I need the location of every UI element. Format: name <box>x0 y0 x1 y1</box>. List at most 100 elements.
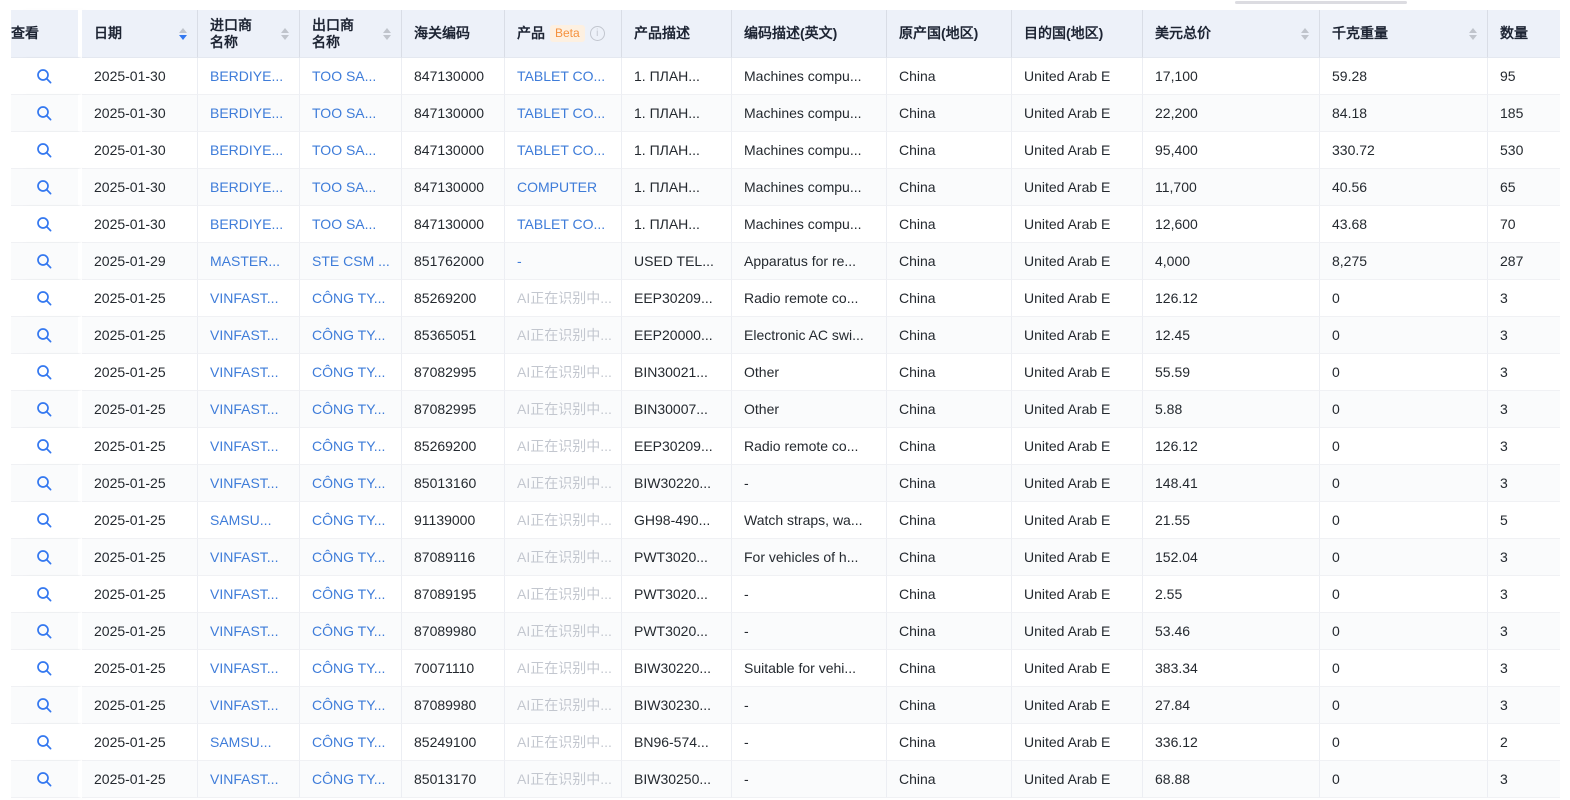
cell-origin: China <box>899 105 936 121</box>
cell-importer[interactable]: VINFAST... <box>210 401 278 417</box>
sort-control-exporter[interactable] <box>383 28 391 40</box>
sort-control-kg[interactable] <box>1469 28 1477 40</box>
cell-exporter[interactable]: CÔNG TY... <box>312 438 385 454</box>
cell-exporter[interactable]: CÔNG TY... <box>312 623 385 639</box>
view-detail-button[interactable] <box>32 211 58 237</box>
cell-product[interactable]: - <box>517 253 522 269</box>
view-detail-button[interactable] <box>32 581 58 607</box>
cell-origin: China <box>899 216 936 232</box>
view-detail-button[interactable] <box>32 766 58 792</box>
cell-usd: 152.04 <box>1143 539 1320 576</box>
column-header-kg[interactable]: 千克重量 <box>1320 10 1488 58</box>
view-detail-button[interactable] <box>32 618 58 644</box>
cell-code_desc: - <box>732 613 887 650</box>
cell-exporter[interactable]: CÔNG TY... <box>312 512 385 528</box>
cell-usd: 95,400 <box>1143 132 1320 169</box>
view-detail-button[interactable] <box>32 729 58 755</box>
cell-product[interactable]: TABLET CO... <box>517 105 605 121</box>
info-circle-icon[interactable]: i <box>590 26 605 41</box>
cell-importer[interactable]: VINFAST... <box>210 438 278 454</box>
cell-hs_code: 85269200 <box>414 290 476 306</box>
cell-importer[interactable]: VINFAST... <box>210 623 278 639</box>
view-detail-button[interactable] <box>32 470 58 496</box>
cell-qty: 3 <box>1488 280 1560 317</box>
column-header-hs_code: 海关编码 <box>402 10 505 58</box>
column-label-product_desc: 产品描述 <box>634 25 690 42</box>
cell-product[interactable]: TABLET CO... <box>517 216 605 232</box>
view-detail-button[interactable] <box>32 322 58 348</box>
trade-data-table: 查看日期进口商名称出口商名称海关编码产品Betai产品描述编码描述(英文)原产国… <box>11 10 1560 798</box>
cell-importer[interactable]: VINFAST... <box>210 697 278 713</box>
cell-importer: VINFAST... <box>198 613 300 650</box>
cell-exporter[interactable]: TOO SA... <box>312 142 376 158</box>
cell-exporter[interactable]: CÔNG TY... <box>312 734 385 750</box>
cell-exporter[interactable]: CÔNG TY... <box>312 364 385 380</box>
cell-importer[interactable]: SAMSU... <box>210 512 271 528</box>
cell-exporter[interactable]: CÔNG TY... <box>312 697 385 713</box>
cell-exporter[interactable]: CÔNG TY... <box>312 290 385 306</box>
cell-exporter[interactable]: TOO SA... <box>312 216 376 232</box>
view-detail-button[interactable] <box>32 248 58 274</box>
cell-importer[interactable]: VINFAST... <box>210 660 278 676</box>
cell-importer: VINFAST... <box>198 539 300 576</box>
column-header-date[interactable]: 日期 <box>82 10 198 58</box>
cell-exporter[interactable]: CÔNG TY... <box>312 401 385 417</box>
cell-importer[interactable]: VINFAST... <box>210 586 278 602</box>
view-detail-button[interactable] <box>32 137 58 163</box>
cell-exporter[interactable]: STE CSM ... <box>312 253 390 269</box>
view-detail-button[interactable] <box>32 507 58 533</box>
cell-exporter[interactable]: CÔNG TY... <box>312 586 385 602</box>
column-header-exporter[interactable]: 出口商名称 <box>300 10 402 58</box>
cell-importer[interactable]: BERDIYE... <box>210 179 283 195</box>
cell-importer[interactable]: BERDIYE... <box>210 105 283 121</box>
column-label-origin: 原产国(地区) <box>899 25 978 42</box>
cell-exporter[interactable]: CÔNG TY... <box>312 475 385 491</box>
cell-importer[interactable]: VINFAST... <box>210 290 278 306</box>
cell-exporter[interactable]: TOO SA... <box>312 105 376 121</box>
cell-code_desc: - <box>744 623 749 639</box>
cell-exporter[interactable]: CÔNG TY... <box>312 660 385 676</box>
sort-control-usd[interactable] <box>1301 28 1309 40</box>
view-detail-button[interactable] <box>32 655 58 681</box>
horizontal-scrollbar-thumb[interactable] <box>1235 1 1407 4</box>
cell-importer[interactable]: MASTER... <box>210 253 280 269</box>
cell-exporter[interactable]: TOO SA... <box>312 179 376 195</box>
cell-date: 2025-01-30 <box>82 132 198 169</box>
cell-importer[interactable]: BERDIYE... <box>210 142 283 158</box>
view-detail-button[interactable] <box>32 544 58 570</box>
cell-importer[interactable]: VINFAST... <box>210 364 278 380</box>
view-detail-button[interactable] <box>32 433 58 459</box>
cell-product[interactable]: TABLET CO... <box>517 68 605 84</box>
sort-control-date[interactable] <box>179 28 187 40</box>
column-header-importer[interactable]: 进口商名称 <box>198 10 300 58</box>
view-detail-button[interactable] <box>32 359 58 385</box>
cell-exporter[interactable]: CÔNG TY... <box>312 771 385 787</box>
view-detail-button[interactable] <box>32 692 58 718</box>
cell-importer[interactable]: VINFAST... <box>210 475 278 491</box>
cell-product[interactable]: TABLET CO... <box>517 142 605 158</box>
view-detail-button[interactable] <box>32 100 58 126</box>
view-detail-button[interactable] <box>32 285 58 311</box>
cell-importer[interactable]: VINFAST... <box>210 549 278 565</box>
cell-origin: China <box>887 317 1012 354</box>
cell-date: 2025-01-30 <box>82 169 198 206</box>
cell-exporter[interactable]: CÔNG TY... <box>312 327 385 343</box>
cell-qty: 3 <box>1500 623 1508 639</box>
cell-exporter[interactable]: TOO SA... <box>312 68 376 84</box>
cell-importer[interactable]: BERDIYE... <box>210 68 283 84</box>
view-detail-button[interactable] <box>32 396 58 422</box>
view-detail-button[interactable] <box>32 174 58 200</box>
cell-exporter[interactable]: CÔNG TY... <box>312 549 385 565</box>
cell-product: AI正在识别中... <box>517 401 612 417</box>
column-header-usd[interactable]: 美元总价 <box>1143 10 1320 58</box>
cell-importer[interactable]: VINFAST... <box>210 771 278 787</box>
cell-importer[interactable]: VINFAST... <box>210 327 278 343</box>
cell-usd: 55.59 <box>1155 364 1190 380</box>
cell-importer[interactable]: BERDIYE... <box>210 216 283 232</box>
cell-date: 2025-01-25 <box>82 317 198 354</box>
cell-importer[interactable]: SAMSU... <box>210 734 271 750</box>
cell-product[interactable]: COMPUTER <box>517 179 597 195</box>
sort-control-importer[interactable] <box>281 28 289 40</box>
cell-code_desc: - <box>732 761 887 798</box>
view-detail-button[interactable] <box>32 63 58 89</box>
